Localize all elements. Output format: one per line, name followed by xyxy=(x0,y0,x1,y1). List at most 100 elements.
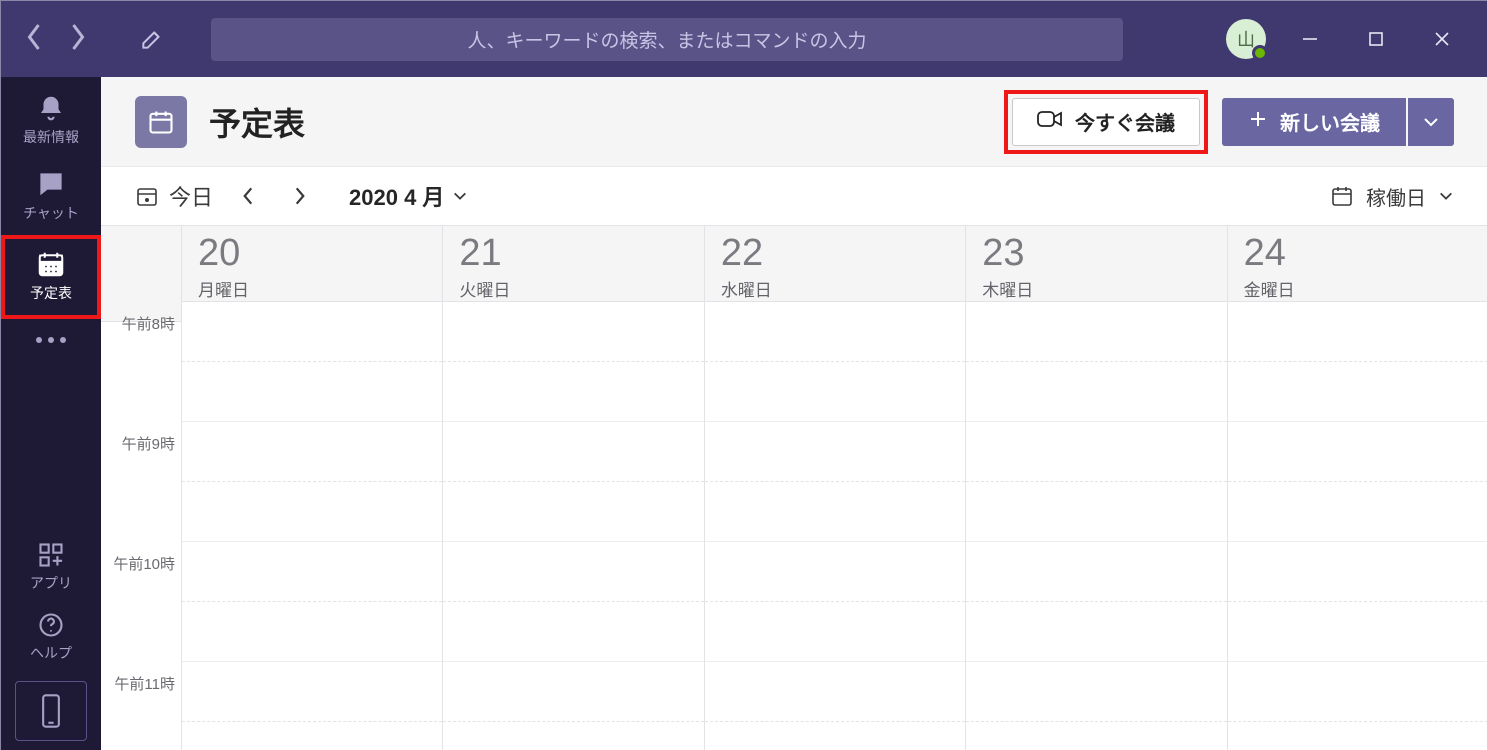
new-meeting-button[interactable]: 新しい会議 xyxy=(1222,98,1406,146)
time-slot[interactable] xyxy=(443,662,703,722)
profile-avatar[interactable]: 山 xyxy=(1226,19,1266,59)
view-picker[interactable]: 稼働日 xyxy=(1330,182,1454,211)
compose-button[interactable] xyxy=(131,18,173,60)
time-slot[interactable] xyxy=(182,482,442,542)
content-header: 予定表 今すぐ会議 新しい会議 xyxy=(101,77,1487,167)
time-slot[interactable] xyxy=(966,422,1226,482)
time-slot[interactable] xyxy=(182,542,442,602)
search-input[interactable]: 人、キーワードの検索、またはコマンドの入力 xyxy=(211,18,1123,61)
window-minimize-button[interactable] xyxy=(1296,25,1324,53)
day-column[interactable]: 22水曜日 xyxy=(704,226,965,750)
time-slot[interactable] xyxy=(182,422,442,482)
day-name: 木曜日 xyxy=(982,276,1226,301)
time-slot[interactable] xyxy=(966,722,1226,750)
time-slot[interactable] xyxy=(443,362,703,422)
time-slot[interactable] xyxy=(1228,302,1487,362)
next-week-button[interactable] xyxy=(283,179,317,213)
rail-chat[interactable]: チャット xyxy=(1,159,101,235)
rail-calendar[interactable]: 予定表 xyxy=(1,235,101,319)
time-slot[interactable] xyxy=(443,542,703,602)
day-number: 23 xyxy=(982,234,1226,274)
time-slot[interactable] xyxy=(966,542,1226,602)
app-rail: 最新情報 チャット 予定表 アプリ ヘルプ xyxy=(1,77,101,750)
more-icon xyxy=(36,337,66,343)
time-slot[interactable] xyxy=(1228,422,1487,482)
rail-help[interactable]: ヘルプ xyxy=(1,603,101,673)
time-slot[interactable] xyxy=(182,662,442,722)
time-slot[interactable] xyxy=(1228,362,1487,422)
time-slot[interactable] xyxy=(966,362,1226,422)
chevron-down-icon xyxy=(452,190,468,202)
time-slot[interactable] xyxy=(966,602,1226,662)
time-slot[interactable] xyxy=(182,302,442,362)
rail-more[interactable] xyxy=(1,319,101,361)
rail-chat-label: チャット xyxy=(23,203,79,223)
day-number: 21 xyxy=(459,234,703,274)
time-slot[interactable] xyxy=(966,662,1226,722)
back-button[interactable] xyxy=(25,22,43,57)
search-placeholder: 人、キーワードの検索、またはコマンドの入力 xyxy=(467,26,866,53)
time-slot[interactable] xyxy=(966,482,1226,542)
time-slot[interactable] xyxy=(443,302,703,362)
time-slot[interactable] xyxy=(705,722,965,750)
rail-calendar-label: 予定表 xyxy=(30,283,72,303)
time-slot[interactable] xyxy=(1228,482,1487,542)
month-picker[interactable]: 2020 4 月 xyxy=(349,180,468,212)
time-slot[interactable] xyxy=(182,602,442,662)
rail-help-label: ヘルプ xyxy=(30,643,72,663)
time-slot[interactable] xyxy=(705,422,965,482)
prev-week-button[interactable] xyxy=(231,179,265,213)
calendar-view-icon xyxy=(1330,184,1354,208)
time-slot[interactable] xyxy=(705,542,965,602)
today-button[interactable]: 今日 xyxy=(135,180,213,212)
day-column[interactable]: 21火曜日 xyxy=(442,226,703,750)
time-slot[interactable] xyxy=(182,362,442,422)
time-slot[interactable] xyxy=(705,302,965,362)
forward-button[interactable] xyxy=(69,22,87,57)
time-label: 午前11時 xyxy=(101,673,181,750)
time-slot[interactable] xyxy=(443,422,703,482)
calendar-grid: 午前8時 午前9時 午前10時 午前11時 20月曜日21火曜日22水曜日23木… xyxy=(101,225,1487,750)
time-slot[interactable] xyxy=(1228,602,1487,662)
time-slot[interactable] xyxy=(705,362,965,422)
day-column[interactable]: 24金曜日 xyxy=(1227,226,1487,750)
chevron-down-icon xyxy=(1438,190,1454,202)
title-bar: 人、キーワードの検索、またはコマンドの入力 山 xyxy=(1,1,1487,77)
window-close-button[interactable] xyxy=(1428,25,1456,53)
day-column[interactable]: 20月曜日 xyxy=(181,226,442,750)
time-slot[interactable] xyxy=(182,722,442,750)
day-name: 月曜日 xyxy=(198,276,442,301)
page-title: 予定表 xyxy=(209,99,305,145)
day-header: 22水曜日 xyxy=(705,226,965,302)
time-slot[interactable] xyxy=(1228,662,1487,722)
rail-apps[interactable]: アプリ xyxy=(1,533,101,603)
day-header: 21火曜日 xyxy=(443,226,703,302)
calendar-toolbar: 今日 2020 4 月 稼働日 xyxy=(101,167,1487,225)
new-meeting-dropdown[interactable] xyxy=(1408,98,1454,146)
meet-now-button[interactable]: 今すぐ会議 xyxy=(1012,98,1200,146)
time-slot[interactable] xyxy=(966,302,1226,362)
time-gutter: 午前8時 午前9時 午前10時 午前11時 xyxy=(101,226,181,750)
time-slot[interactable] xyxy=(443,722,703,750)
time-slot[interactable] xyxy=(705,482,965,542)
day-number: 22 xyxy=(721,234,965,274)
presence-available-icon xyxy=(1252,45,1268,61)
time-label: 午前9時 xyxy=(101,433,181,553)
video-icon xyxy=(1037,108,1063,136)
rail-activity[interactable]: 最新情報 xyxy=(1,83,101,159)
time-slot[interactable] xyxy=(1228,542,1487,602)
rail-mobile[interactable] xyxy=(15,681,87,741)
today-label: 今日 xyxy=(169,180,213,212)
day-column[interactable]: 23木曜日 xyxy=(965,226,1226,750)
time-slot[interactable] xyxy=(1228,722,1487,750)
time-slot[interactable] xyxy=(443,602,703,662)
rail-apps-label: アプリ xyxy=(30,573,72,593)
month-label: 2020 4 月 xyxy=(349,180,444,212)
time-slot[interactable] xyxy=(705,602,965,662)
time-slot[interactable] xyxy=(443,482,703,542)
time-label: 午前8時 xyxy=(101,313,181,433)
day-header: 20月曜日 xyxy=(182,226,442,302)
window-maximize-button[interactable] xyxy=(1362,25,1390,53)
view-mode-label: 稼働日 xyxy=(1366,182,1426,211)
time-slot[interactable] xyxy=(705,662,965,722)
